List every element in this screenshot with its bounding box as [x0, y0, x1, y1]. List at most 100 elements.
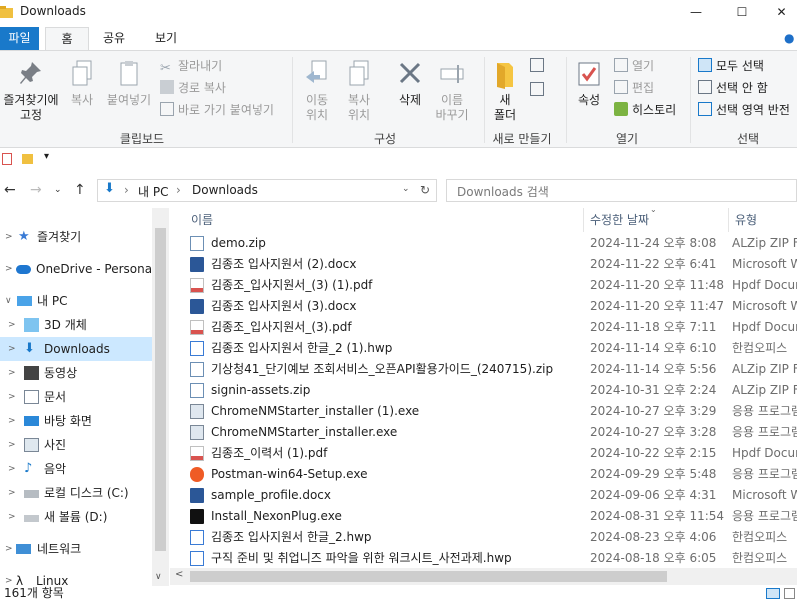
chevron-right-icon[interactable]: > — [8, 337, 16, 361]
file-name[interactable]: ChromeNMStarter_installer.exe — [211, 422, 584, 443]
chevron-right-icon[interactable]: > — [8, 313, 16, 337]
forward-button[interactable]: → — [30, 182, 42, 198]
chevron-right-icon[interactable]: > — [8, 457, 16, 481]
new-folder-button[interactable]: 새 폴더 — [490, 59, 520, 123]
file-row[interactable]: signin-assets.zip 2024-10-31 오후 2:24 ALZip… — [170, 380, 797, 401]
easy-access-button[interactable] — [530, 81, 548, 100]
select-all-button[interactable]: 모두 선택 — [698, 57, 764, 76]
address-dropdown-icon[interactable]: ⌄ — [402, 184, 410, 194]
nav-item-this-pc[interactable]: ∨ 내 PC — [0, 289, 152, 313]
address-bar[interactable]: ⬇ › 내 PC › Downloads ⌄ ↻ — [97, 179, 437, 202]
chevron-down-icon[interactable]: ∨ — [155, 572, 162, 582]
file-row[interactable]: 김종조_이력서 (1).pdf 2024-10-22 오후 2:15 Hpdf Do… — [170, 443, 797, 464]
paste-shortcut-button[interactable]: 바로 가기 붙여넣기 — [160, 101, 274, 120]
file-name[interactable]: 김종조_이력서 (1).pdf — [211, 443, 584, 464]
recent-dropdown-icon[interactable]: ⌄ — [54, 185, 62, 195]
copy-button[interactable]: 복사 — [64, 59, 100, 108]
rename-button[interactable]: 이름 바꾸기 — [432, 59, 472, 123]
file-name[interactable]: 김종조_입사지원서_(3).pdf — [211, 317, 584, 338]
chevron-down-icon[interactable]: ∨ — [5, 289, 12, 313]
file-row[interactable]: Install_NexonPlug.exe 2024-08-31 오후 11:54… — [170, 506, 797, 527]
tab-view[interactable]: 보기 — [145, 27, 187, 50]
refresh-icon[interactable]: ↻ — [420, 183, 430, 197]
nav-item-downloads[interactable]: > ⬇ Downloads — [0, 337, 152, 361]
properties-icon[interactable] — [2, 153, 12, 165]
file-row[interactable]: 김종조 입사지원서 (2).docx 2024-11-22 오후 6:41 Micr… — [170, 254, 797, 275]
chevron-right-icon[interactable]: > — [8, 385, 16, 409]
search-box[interactable]: Downloads 검색 — [446, 179, 797, 202]
file-name[interactable]: 김종조 입사지원서 한글_2 (1).hwp — [211, 338, 584, 359]
large-icons-view-icon[interactable] — [784, 588, 795, 599]
file-name[interactable]: signin-assets.zip — [211, 380, 584, 401]
column-header-type[interactable]: 유형 — [735, 208, 757, 232]
nav-item-3d-objects[interactable]: > 3D 개체 — [0, 313, 152, 337]
file-row[interactable]: sample_profile.docx 2024-09-06 오후 4:31 Mic… — [170, 485, 797, 506]
chevron-left-icon[interactable]: < — [175, 569, 183, 580]
tab-file[interactable]: 파일 — [0, 27, 39, 50]
customize-qat-icon[interactable]: ▾ — [44, 151, 49, 162]
chevron-right-icon[interactable]: > — [8, 409, 16, 433]
chevron-right-icon[interactable]: > — [5, 225, 13, 249]
details-view-icon[interactable] — [766, 588, 780, 599]
file-row[interactable]: 김종조 입사지원서 (3).docx 2024-11-20 오후 11:47 Mic… — [170, 296, 797, 317]
column-header-date[interactable]: 수정한 날짜 — [590, 208, 649, 232]
file-name[interactable]: 김종조 입사지원서 한글_2.hwp — [211, 527, 584, 548]
select-none-button[interactable]: 선택 안 함 — [698, 79, 768, 98]
help-icon[interactable]: ● — [784, 31, 794, 45]
chevron-right-icon[interactable]: > — [8, 481, 16, 505]
copy-path-button[interactable]: 경로 복사 — [160, 79, 226, 98]
tab-share[interactable]: 공유 — [93, 27, 135, 50]
nav-item-pictures[interactable]: > 사진 — [0, 433, 152, 457]
copy-to-button[interactable]: 복사 위치 — [340, 59, 378, 123]
minimize-button[interactable]: — — [673, 0, 719, 24]
nav-item-linux[interactable]: > λ Linux — [0, 569, 152, 586]
nav-item-music[interactable]: > ♪ 음악 — [0, 457, 152, 481]
chevron-right-icon[interactable]: > — [5, 537, 13, 561]
scrollbar-thumb[interactable] — [190, 571, 667, 582]
new-item-button[interactable] — [530, 57, 548, 76]
file-row[interactable]: 김종조_입사지원서_(3) (1).pdf 2024-11-20 오후 11:48… — [170, 275, 797, 296]
back-button[interactable]: ← — [4, 182, 16, 198]
file-row[interactable]: 김종조_입사지원서_(3).pdf 2024-11-18 오후 7:11 Hpdf … — [170, 317, 797, 338]
file-name[interactable]: 김종조 입사지원서 (2).docx — [211, 254, 584, 275]
cut-button[interactable]: ✂ 잘라내기 — [160, 57, 222, 76]
move-to-button[interactable]: 이동 위치 — [298, 59, 336, 123]
nav-item-new-volume[interactable]: > 새 볼륨 (D:) — [0, 505, 152, 529]
file-row[interactable]: 김종조 입사지원서 한글_2 (1).hwp 2024-11-14 오후 6:10… — [170, 338, 797, 359]
file-row[interactable]: ChromeNMStarter_installer (1).exe 2024-10… — [170, 401, 797, 422]
file-name[interactable]: sample_profile.docx — [211, 485, 584, 506]
search-input[interactable]: Downloads 검색 — [457, 183, 549, 200]
chevron-right-icon[interactable]: > — [8, 433, 16, 457]
nav-item-onedrive[interactable]: > OneDrive - Personal — [0, 257, 155, 281]
edit-button[interactable]: 편집 — [614, 79, 654, 98]
nav-item-videos[interactable]: > 동영상 — [0, 361, 152, 385]
paste-button[interactable]: 붙여넣기 — [104, 59, 154, 108]
file-name[interactable]: Postman-win64-Setup.exe — [211, 464, 584, 485]
file-name[interactable]: ChromeNMStarter_installer (1).exe — [211, 401, 584, 422]
file-name[interactable]: 구직 준비 및 취업니즈 파악을 위한 워크시트_사전과제.hwp — [211, 548, 584, 569]
navigation-scrollbar[interactable]: ∨ — [152, 208, 169, 586]
file-name[interactable]: demo.zip — [211, 233, 584, 254]
file-name[interactable]: 기상청41_단기예보 조회서비스_오픈API활용가이드_(240715).zip — [211, 359, 584, 380]
column-header-name[interactable]: 이름 — [191, 208, 213, 232]
open-button[interactable]: 열기 — [614, 57, 654, 76]
properties-button[interactable]: 속성 — [570, 59, 608, 108]
history-button[interactable]: 히스토리 — [614, 101, 676, 120]
chevron-right-icon[interactable]: > — [5, 257, 13, 281]
chevron-right-icon[interactable]: > — [8, 505, 16, 529]
chevron-right-icon[interactable]: > — [5, 569, 13, 586]
file-row[interactable]: 구직 준비 및 취업니즈 파악을 위한 워크시트_사전과제.hwp 2024-08… — [170, 548, 797, 569]
maximize-button[interactable]: ☐ — [719, 0, 765, 24]
nav-item-network[interactable]: > 네트워크 — [0, 537, 152, 561]
chevron-right-icon[interactable]: > — [8, 361, 16, 385]
folder-icon[interactable] — [22, 154, 33, 164]
file-row[interactable]: ChromeNMStarter_installer.exe 2024-10-27 … — [170, 422, 797, 443]
file-row[interactable]: demo.zip 2024-11-24 오후 8:08 ALZip ZIP File — [170, 233, 797, 254]
invert-selection-button[interactable]: 선택 영역 반전 — [698, 101, 790, 120]
up-button[interactable]: ↑ — [74, 182, 86, 198]
scrollbar-thumb[interactable] — [155, 228, 166, 551]
nav-item-desktop[interactable]: > 바탕 화면 — [0, 409, 152, 433]
file-row[interactable]: 김종조 입사지원서 한글_2.hwp 2024-08-23 오후 4:06 한컴오피… — [170, 527, 797, 548]
file-name[interactable]: 김종조 입사지원서 (3).docx — [211, 296, 584, 317]
nav-item-documents[interactable]: > 문서 — [0, 385, 152, 409]
